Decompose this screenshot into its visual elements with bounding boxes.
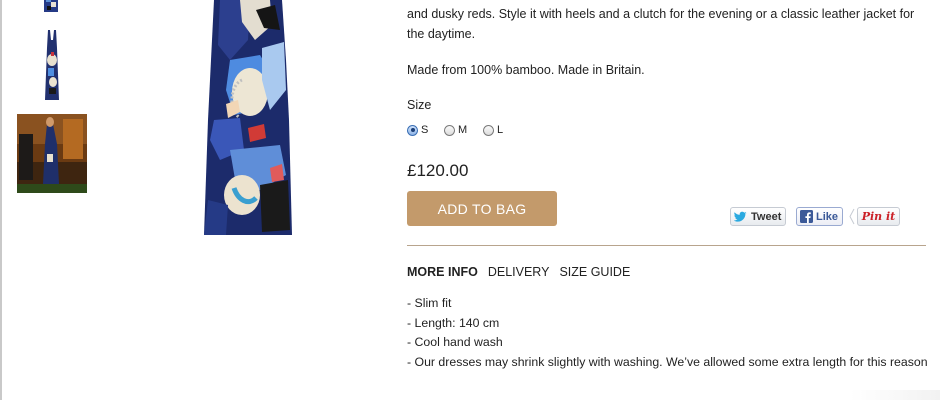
product-description: and dusky reds. Style it with heels and … bbox=[407, 7, 915, 41]
section-divider bbox=[407, 245, 926, 246]
list-item: - Cool hand wash bbox=[407, 335, 503, 349]
list-item: - Slim fit bbox=[407, 296, 452, 310]
like-count-bubble-icon bbox=[849, 208, 855, 225]
pin-it-label: Pin it bbox=[861, 210, 896, 223]
like-label: Like bbox=[816, 210, 839, 223]
tab-more-info[interactable]: MORE INFO bbox=[407, 265, 478, 279]
add-to-bag-button[interactable]: ADD TO BAG bbox=[407, 191, 557, 226]
size-radio-s[interactable] bbox=[407, 124, 418, 136]
size-option-label: L bbox=[497, 124, 504, 136]
info-tabs: MORE INFO DELIVERY SIZE GUIDE bbox=[407, 265, 630, 279]
tweet-button[interactable]: Tweet bbox=[730, 207, 786, 226]
more-info-list: - Slim fit - Length: 140 cm - Cool hand … bbox=[407, 294, 928, 372]
facebook-like-button[interactable]: Like bbox=[796, 207, 843, 226]
page-border bbox=[0, 0, 2, 400]
product-thumbnail-2[interactable] bbox=[40, 30, 64, 102]
product-material: Made from 100% bamboo. Made in Britain. bbox=[407, 63, 645, 77]
size-option-l[interactable]: L bbox=[483, 122, 503, 138]
size-radio-m[interactable] bbox=[444, 124, 455, 136]
product-thumbnail-1[interactable] bbox=[38, 0, 64, 16]
size-option-m[interactable]: M bbox=[444, 122, 467, 138]
corner-fade bbox=[850, 390, 940, 400]
size-option-s[interactable]: S bbox=[407, 122, 428, 138]
facebook-icon bbox=[800, 210, 813, 223]
list-item: - Length: 140 cm bbox=[407, 315, 500, 330]
list-item: - Our dresses may shrink slightly with w… bbox=[407, 354, 928, 369]
size-label: Size bbox=[407, 98, 432, 112]
tab-delivery[interactable]: DELIVERY bbox=[488, 265, 550, 279]
product-price: £120.00 bbox=[407, 161, 469, 180]
tweet-label: Tweet bbox=[751, 210, 782, 223]
twitter-bird-icon bbox=[734, 211, 747, 222]
tab-size-guide[interactable]: SIZE GUIDE bbox=[559, 265, 630, 279]
product-main-image[interactable] bbox=[200, 0, 296, 240]
size-radio-l[interactable] bbox=[483, 124, 494, 136]
pinterest-pin-button[interactable]: Pin it bbox=[857, 207, 900, 226]
size-option-label: S bbox=[421, 124, 429, 136]
product-thumbnail-3[interactable] bbox=[17, 114, 87, 193]
size-option-label: M bbox=[458, 124, 468, 136]
